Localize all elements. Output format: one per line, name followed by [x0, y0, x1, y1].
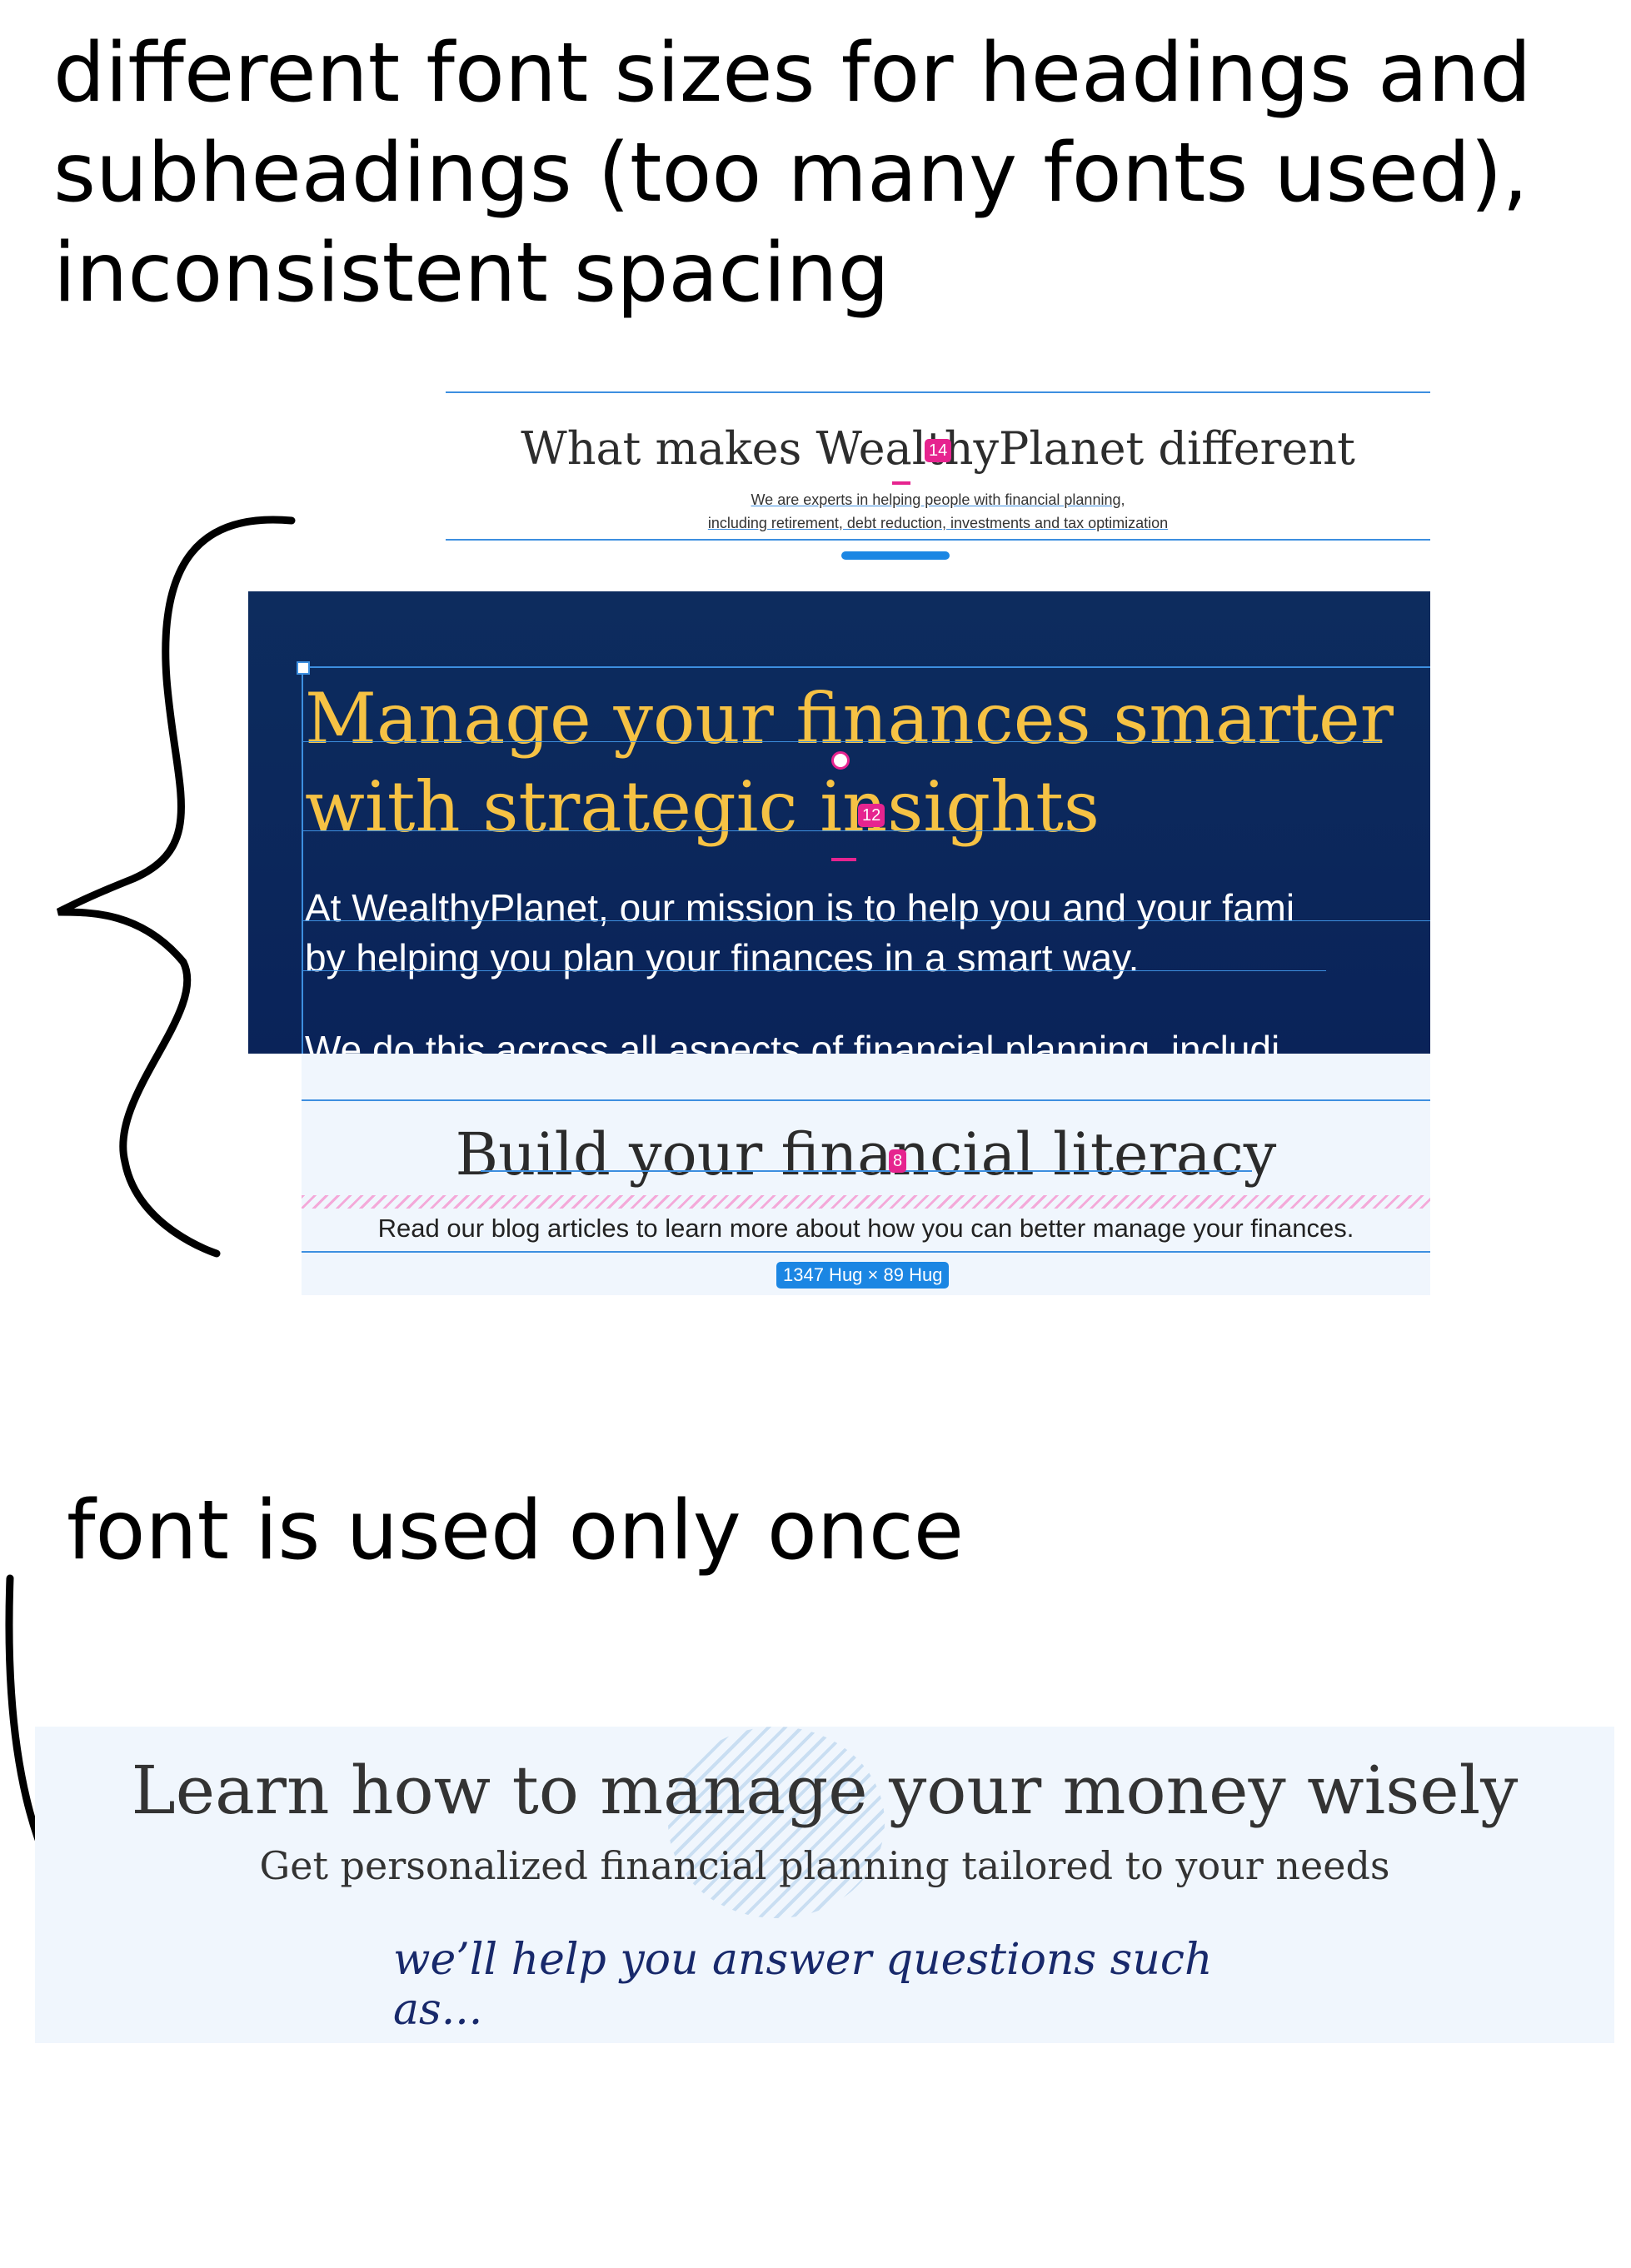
literacy-title: Build your financial literacy: [455, 1120, 1277, 1189]
spacing-tick: [892, 481, 910, 485]
hero-paragraph-2: We do this across all aspects of financi…: [305, 1028, 1280, 1054]
selection-handle[interactable]: [297, 661, 310, 675]
size-tag: 1347 Hug × 89 Hug: [776, 1262, 950, 1289]
guide-line-top: [302, 1099, 1430, 1101]
hero-paragraph-1: At WealthyPlanet, our mission is to help…: [305, 883, 1430, 983]
spacing-tick: [831, 858, 856, 861]
guide-line-top: [446, 391, 1430, 393]
spacing-hatch: [302, 1195, 1430, 1209]
hero-section: Manage your finances smarter with strate…: [248, 591, 1430, 1054]
different-section: What makes WealthyPlanet different We ar…: [446, 387, 1430, 572]
literacy-subtitle: Read our blog articles to learn more abo…: [377, 1214, 1354, 1243]
spacing-badge: 8: [889, 1149, 907, 1173]
section-subtitle-line1: We are experts in helping people with fi…: [751, 491, 1125, 508]
guide-line-bottom: [302, 1251, 1430, 1253]
learn-subtitle: Get personalized financial planning tail…: [259, 1843, 1390, 1888]
literacy-section: Build your financial literacy 8 Read our…: [302, 1054, 1430, 1295]
learn-section: Learn how to manage your money wisely Ge…: [35, 1727, 1614, 2043]
spacing-badge: 14: [925, 439, 952, 462]
section-subtitle-line2: including retirement, debt reduction, in…: [707, 515, 1169, 531]
hero-paragraph-line2: by helping you plan your finances in a s…: [305, 936, 1140, 979]
guide-line: [302, 830, 1080, 831]
script-tagline: we’ll help you answer questions such as.…: [393, 1935, 1213, 2035]
guide-line: [302, 741, 1380, 742]
annotation-note-bottom: font is used only once: [67, 1483, 965, 1578]
size-tag-partial: [841, 551, 950, 560]
learn-title: Learn how to manage your money wisely: [131, 1752, 1519, 1829]
guide-line: [302, 920, 1430, 921]
guide-line: [302, 970, 1326, 971]
guide-line-bottom: [446, 539, 1430, 541]
guide-line: [481, 1170, 1252, 1172]
annotation-note-top: different font sizes for headings and su…: [53, 26, 1532, 321]
spacing-badge: 12: [858, 804, 885, 827]
hero-paragraph-line1: At WealthyPlanet, our mission is to help…: [305, 886, 1295, 930]
pin-marker: [831, 751, 850, 770]
